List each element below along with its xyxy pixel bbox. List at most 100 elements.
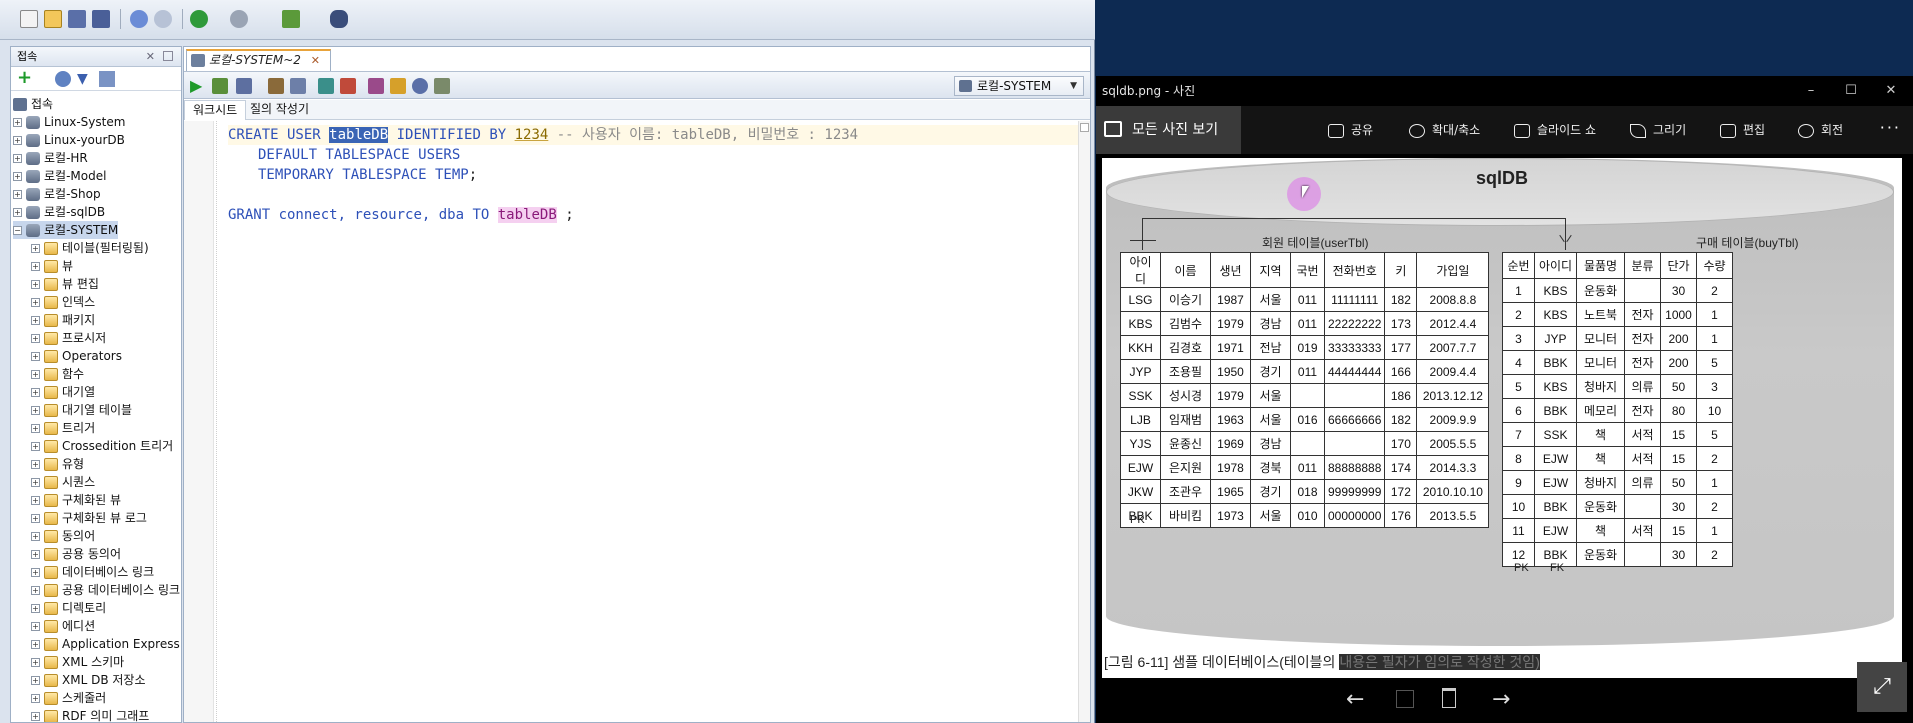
share-button[interactable]: 공유	[1328, 106, 1373, 154]
minimize-panel-icon[interactable]	[163, 51, 173, 61]
tree-object-folder[interactable]: + Application Express	[31, 635, 180, 653]
undo-icon[interactable]	[130, 10, 148, 28]
expand-icon[interactable]: +	[31, 658, 40, 667]
new-file-icon[interactable]	[20, 10, 38, 28]
expand-icon[interactable]: +	[31, 640, 40, 649]
code-line-4[interactable]: GRANT connect, resource, dba TO tableDB …	[228, 205, 574, 225]
expand-icon[interactable]: +	[31, 532, 40, 541]
redo-icon[interactable]	[154, 10, 172, 28]
zoom-button[interactable]: 확대/축소	[1409, 106, 1480, 154]
forward-icon[interactable]	[230, 10, 248, 28]
tree-object-folder[interactable]: + 트리거	[31, 419, 95, 437]
add-connection-icon[interactable]: +	[17, 69, 33, 87]
expand-icon[interactable]: +	[31, 622, 40, 631]
all-photos-button[interactable]: 모든 사진 보기	[1096, 106, 1241, 154]
tree-connection-item[interactable]: + 로컬-sqlDB	[13, 203, 105, 221]
upper-lower-icon[interactable]	[434, 78, 450, 94]
tree-connection-item[interactable]: − 로컬-SYSTEM	[13, 221, 119, 239]
close-icon[interactable]: ✕	[146, 47, 155, 66]
slideshow-nav-icon[interactable]	[1396, 690, 1414, 708]
expand-icon[interactable]: +	[31, 388, 40, 397]
expand-icon[interactable]: +	[31, 424, 40, 433]
tree-root[interactable]: 접속	[13, 95, 53, 113]
slideshow-button[interactable]: 슬라이드 쇼	[1514, 106, 1596, 154]
clear-icon[interactable]	[340, 78, 356, 94]
expand-icon[interactable]: +	[31, 370, 40, 379]
tree-object-folder[interactable]: + 유형	[31, 455, 84, 473]
tree-object-folder[interactable]: + XML 스키마	[31, 653, 124, 671]
code-line-3[interactable]: TEMPORARY TABLESPACE TEMP;	[258, 165, 477, 185]
tree-object-folder[interactable]: + 대기열	[31, 383, 95, 401]
rotate-button[interactable]: 회전	[1798, 106, 1843, 154]
rollback-icon[interactable]	[268, 78, 284, 94]
tree-object-folder[interactable]: + 뷰 편집	[31, 275, 99, 293]
expand-icon[interactable]: +	[31, 280, 40, 289]
previous-button[interactable]: ←	[1346, 686, 1364, 714]
tree-object-folder[interactable]: + 에디션	[31, 617, 95, 635]
expand-icon[interactable]: +	[31, 298, 40, 307]
expand-icon[interactable]: +	[31, 442, 40, 451]
tree-object-folder[interactable]: + 인덱스	[31, 293, 95, 311]
tab-query-builder[interactable]: 질의 작성기	[242, 100, 317, 120]
run-debug-icon[interactable]	[282, 10, 300, 28]
expand-icon[interactable]: +	[31, 568, 40, 577]
expand-icon[interactable]: +	[13, 136, 22, 145]
expand-icon[interactable]: +	[13, 172, 22, 181]
sql-code-editor[interactable]: CREATE USER tableDB IDENTIFIED BY 1234 -…	[184, 121, 1090, 722]
collapse-icon[interactable]: −	[13, 226, 22, 235]
tree-object-folder[interactable]: + 스케줄러	[31, 689, 106, 707]
autotrace-icon[interactable]	[318, 78, 334, 94]
expand-icon[interactable]: +	[31, 406, 40, 415]
more-options-button[interactable]: ···	[1880, 106, 1901, 150]
expand-icon[interactable]: +	[31, 712, 40, 721]
tree-connection-item[interactable]: + Linux-System	[13, 113, 125, 131]
tree-object-folder[interactable]: + 공용 데이터베이스 링크	[31, 581, 180, 599]
next-button[interactable]: →	[1492, 686, 1510, 714]
tree-object-folder[interactable]: + 동의어	[31, 527, 95, 545]
expand-icon[interactable]: +	[31, 496, 40, 505]
expand-icon[interactable]: +	[31, 262, 40, 271]
run-statement-icon[interactable]: ▶	[190, 78, 206, 94]
tree-object-folder[interactable]: + 뷰	[31, 257, 73, 275]
tree-connection-item[interactable]: + 로컬-HR	[13, 149, 88, 167]
expand-icon[interactable]: +	[31, 586, 40, 595]
tab-worksheet[interactable]: 워크시트	[184, 100, 247, 120]
expand-icon[interactable]: +	[31, 352, 40, 361]
expand-icon[interactable]: +	[13, 118, 22, 127]
save-icon[interactable]	[68, 10, 86, 28]
vertical-scrollbar[interactable]	[1078, 121, 1090, 722]
close-tab-icon[interactable]: ✕	[311, 54, 320, 67]
expand-icon[interactable]: +	[31, 514, 40, 523]
back-icon[interactable]	[190, 10, 208, 28]
tree-object-folder[interactable]: + Operators	[31, 347, 122, 365]
tree-object-folder[interactable]: + 프로시저	[31, 329, 106, 347]
tree-object-folder[interactable]: + 구체화된 뷰 로그	[31, 509, 147, 527]
eraser-icon[interactable]	[390, 78, 406, 94]
save-all-icon[interactable]	[92, 10, 110, 28]
scroll-up-button[interactable]	[1080, 123, 1089, 132]
tree-object-folder[interactable]: + XML DB 저장소	[31, 671, 145, 689]
tree-object-folder[interactable]: + 테이블(필터링됨)	[31, 239, 149, 257]
run-script-icon[interactable]	[212, 78, 228, 94]
binoculars-icon[interactable]	[330, 10, 348, 28]
tree-object-folder[interactable]: + 시퀀스	[31, 473, 95, 491]
explain-plan-icon[interactable]	[290, 78, 306, 94]
expand-icon[interactable]: +	[13, 208, 22, 217]
tree-object-folder[interactable]: + 대기열 테이블	[31, 401, 132, 419]
code-line-1[interactable]: CREATE USER tableDB IDENTIFIED BY 1234 -…	[228, 125, 1088, 145]
expand-icon[interactable]: +	[31, 676, 40, 685]
maximize-button[interactable]: ☐	[1831, 76, 1871, 106]
tree-connection-item[interactable]: + 로컬-Model	[13, 167, 106, 185]
delete-icon[interactable]	[1442, 688, 1456, 708]
code-line-2[interactable]: DEFAULT TABLESPACE USERS	[258, 145, 460, 165]
fullscreen-button[interactable]: ⤢	[1857, 662, 1907, 712]
open-folder-icon[interactable]	[44, 10, 62, 28]
format-icon[interactable]	[412, 78, 428, 94]
commit-icon[interactable]	[236, 78, 252, 94]
expand-icon[interactable]: +	[13, 190, 22, 199]
close-button[interactable]: ✕	[1871, 76, 1911, 106]
tree-object-folder[interactable]: + 함수	[31, 365, 84, 383]
edit-button[interactable]: 편집	[1720, 106, 1765, 154]
expand-icon[interactable]: +	[31, 244, 40, 253]
expand-icon[interactable]: +	[31, 316, 40, 325]
